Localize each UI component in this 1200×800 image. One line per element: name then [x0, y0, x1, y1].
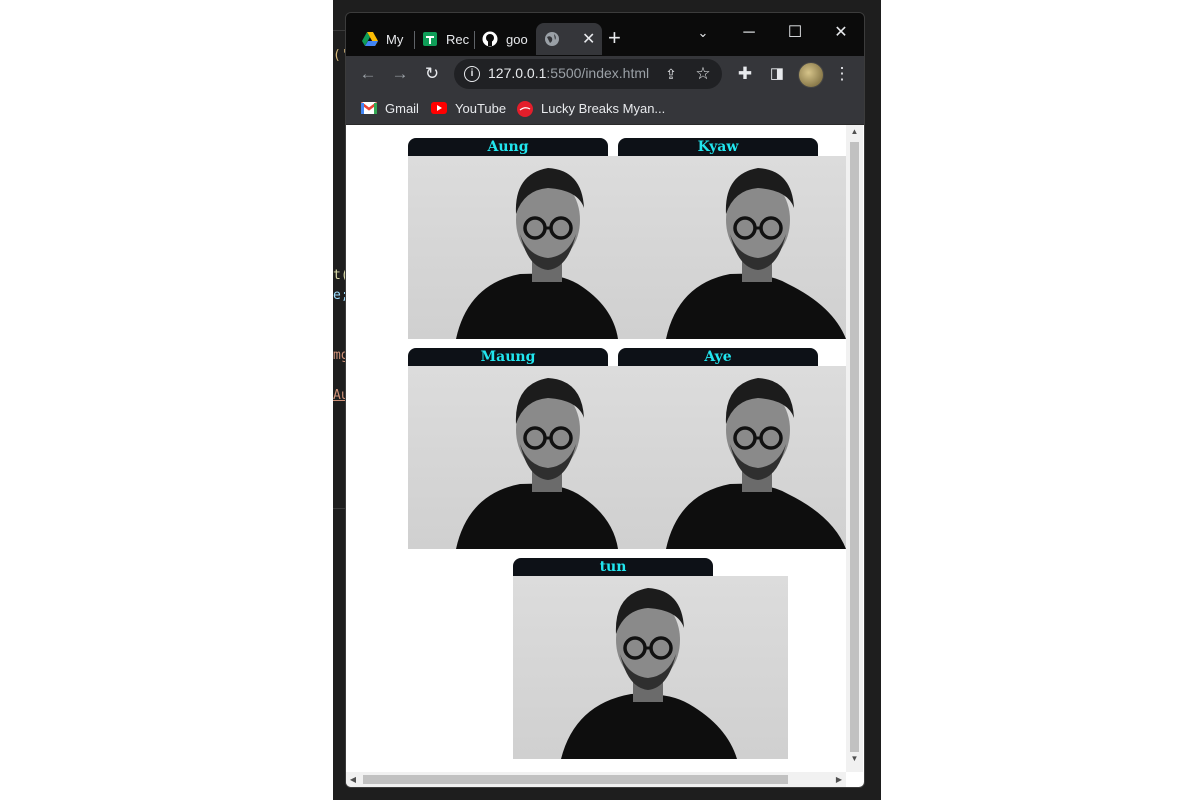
scroll-up-arrow-icon[interactable]: ▲: [846, 125, 863, 139]
close-tab-icon[interactable]: ✕: [582, 29, 595, 49]
address-bar[interactable]: i 127.0.0.1:5500/index.html ⇪ ☆: [454, 59, 722, 89]
bookmarks-bar: Gmail YouTube Lucky Breaks Myan...: [346, 92, 864, 125]
tab-separator: [474, 31, 475, 49]
tab-search-icon[interactable]: ⌄: [680, 19, 726, 47]
tab-label: My: [386, 31, 404, 47]
portrait-photo: [408, 366, 618, 549]
page-viewport: Aung Kyaw Maung Aye tun ▲ ▼ ◀ ▶: [346, 125, 864, 787]
card-name: Maung: [408, 348, 608, 366]
bookmark-label: YouTube: [455, 100, 507, 116]
horizontal-scroll-thumb[interactable]: [363, 775, 788, 784]
new-tab-button[interactable]: +: [608, 27, 621, 49]
coca-cola-icon: [517, 101, 533, 117]
github-icon: [482, 31, 498, 47]
gmail-icon: [360, 101, 378, 115]
vertical-scroll-thumb[interactable]: [850, 142, 859, 752]
vertical-scrollbar[interactable]: ▲ ▼: [846, 125, 863, 772]
card-name: tun: [513, 558, 713, 576]
url-text: 127.0.0.1:5500/index.html: [488, 65, 649, 81]
close-window-icon[interactable]: ✕: [818, 19, 864, 47]
portrait-photo: [618, 156, 846, 339]
reload-icon[interactable]: ↻: [421, 63, 443, 85]
horizontal-scrollbar[interactable]: ◀ ▶: [346, 772, 846, 787]
bookmark-label: Gmail: [385, 100, 419, 116]
portrait-photo: [408, 156, 618, 339]
google-drive-icon: [362, 31, 378, 47]
bookmark-star-icon[interactable]: ☆: [692, 63, 714, 85]
tab-google-drive[interactable]: My: [362, 23, 403, 55]
tab-strip: My Rec goo ✕ + ⌄ ─ ☐ ✕: [346, 13, 864, 56]
share-icon[interactable]: ⇪: [660, 63, 682, 85]
url-host: 127.0.0.1: [488, 65, 547, 81]
browser-toolbar: ← → ↻ i 127.0.0.1:5500/index.html ⇪ ☆ ✚ …: [346, 56, 864, 92]
portrait-photo: [618, 366, 846, 549]
extensions-icon[interactable]: ✚: [734, 63, 756, 85]
site-info-icon[interactable]: i: [464, 66, 480, 82]
bookmark-youtube[interactable]: YouTube: [431, 98, 506, 118]
side-panel-icon[interactable]: ◨: [766, 63, 788, 85]
google-sheets-icon: [422, 31, 438, 47]
forward-icon[interactable]: →: [389, 63, 411, 85]
browser-window: My Rec goo ✕ + ⌄ ─ ☐ ✕ ← → ↻ i 127.0.0.1…: [345, 12, 865, 788]
maximize-icon[interactable]: ☐: [772, 19, 818, 47]
tab-separator: [414, 31, 415, 49]
card-name: Aye: [618, 348, 818, 366]
portrait-photo: [513, 576, 788, 759]
tab-active-localhost[interactable]: ✕: [536, 23, 602, 55]
url-path: :5500/index.html: [546, 65, 650, 81]
tab-google-sheets[interactable]: Rec: [422, 23, 469, 55]
bookmark-gmail[interactable]: Gmail: [360, 98, 419, 118]
tab-label: Rec: [446, 31, 470, 47]
bookmark-label: Lucky Breaks Myan...: [541, 100, 666, 116]
card-name: Kyaw: [618, 138, 818, 156]
tab-label: goo: [506, 31, 528, 47]
globe-icon: [544, 31, 560, 47]
back-icon[interactable]: ←: [357, 63, 379, 85]
tab-github[interactable]: goo: [482, 23, 528, 55]
menu-kebab-icon[interactable]: ⋮: [831, 63, 853, 85]
youtube-icon: [431, 101, 447, 115]
scroll-right-arrow-icon[interactable]: ▶: [832, 772, 846, 787]
bookmark-lucky-breaks[interactable]: Lucky Breaks Myan...: [517, 98, 665, 118]
scroll-left-arrow-icon[interactable]: ◀: [346, 772, 360, 787]
minimize-icon[interactable]: ─: [726, 19, 772, 47]
profile-avatar[interactable]: [798, 62, 824, 88]
scroll-down-arrow-icon[interactable]: ▼: [846, 752, 863, 766]
card-name: Aung: [408, 138, 608, 156]
